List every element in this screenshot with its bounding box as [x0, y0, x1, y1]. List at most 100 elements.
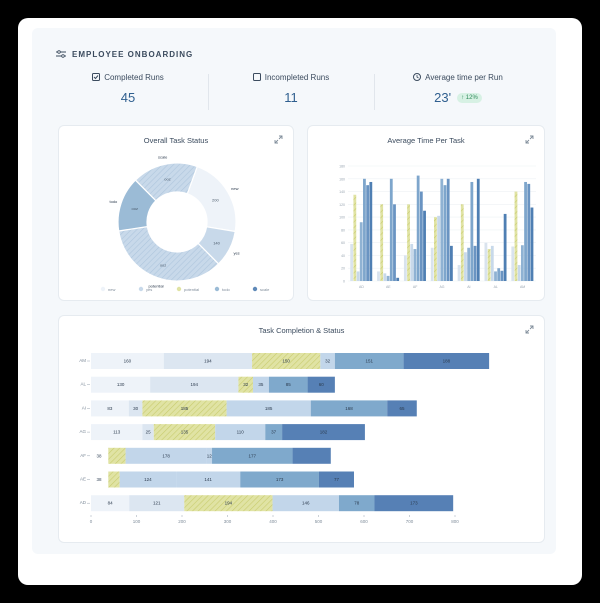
bar-segment-label: 194 — [225, 501, 233, 506]
bar-segment-label: 32 — [325, 359, 331, 364]
x-tick-label: 200 — [178, 519, 186, 524]
bar — [490, 245, 494, 281]
bar — [437, 215, 440, 281]
x-tick-label: AF — [413, 285, 417, 289]
trend-value: 12% — [465, 94, 478, 101]
bar — [517, 265, 521, 281]
bar — [520, 245, 524, 281]
bar — [514, 191, 518, 281]
slice-outer-label: new — [231, 186, 238, 191]
bar-segment — [108, 471, 120, 488]
bar-segment-label: 130 — [117, 382, 125, 387]
bar-segment-label: 185 — [181, 406, 189, 411]
bar — [410, 243, 414, 281]
bar — [524, 181, 527, 281]
stat-label: Completed Runs — [104, 72, 164, 82]
x-tick-label: AG — [439, 285, 444, 289]
bar-segment-label: 78 — [354, 501, 360, 506]
bar — [377, 271, 380, 281]
y-tick-label: 140 — [339, 190, 345, 194]
bar — [450, 245, 453, 281]
slice-label: ooz — [132, 206, 138, 211]
bar — [494, 271, 497, 281]
bar — [359, 222, 363, 281]
bar-segment-label: 160 — [124, 359, 132, 364]
bar — [487, 249, 491, 281]
bar — [383, 273, 387, 281]
checkbox-empty-icon — [252, 73, 261, 81]
checkbox-checked-icon — [92, 73, 101, 81]
bar-segment-label: 168 — [345, 406, 353, 411]
bar-segment-label: 150 — [282, 359, 290, 364]
stat-value: 23' — [434, 90, 452, 105]
y-tick-label: AM — [79, 358, 86, 363]
bar — [446, 178, 450, 281]
slice-outer-label: yes — [233, 251, 239, 256]
bar — [440, 178, 444, 281]
bar — [407, 204, 410, 281]
legend-swatch — [138, 286, 144, 292]
bar-segment-label: 77 — [334, 477, 340, 482]
y-tick-label: 80 — [341, 228, 345, 232]
bar — [369, 181, 373, 281]
clock-icon — [413, 73, 422, 81]
y-tick-label: 60 — [341, 241, 345, 245]
bar — [419, 191, 423, 281]
row-prefix-label: 38 — [96, 453, 102, 458]
bar-segment-label: 121 — [153, 501, 161, 506]
bar-segment-label: 60 — [319, 382, 325, 387]
bar-segment-label: 185 — [265, 406, 273, 411]
bar-segment-label: 173 — [276, 477, 284, 482]
bar-segment — [292, 447, 331, 464]
bar — [396, 277, 400, 281]
slice-label: ooz — [160, 262, 166, 267]
bar-segment-label: 177 — [249, 453, 257, 458]
bar — [434, 217, 437, 281]
x-tick-label: 400 — [269, 519, 277, 524]
stat-label: Incompleted Runs — [264, 72, 330, 82]
bar-segment-label: 146 — [302, 501, 310, 506]
stat-avg-time: Average time per Run 23' ↑ 12% — [378, 70, 538, 116]
bar-segment-label: 141 — [204, 477, 212, 482]
trend-badge: ↑ 12% — [457, 92, 482, 103]
bar — [530, 207, 534, 281]
bar-segment-label: 12 — [207, 453, 213, 458]
legend-swatch — [100, 286, 106, 292]
bar — [527, 183, 531, 281]
x-tick-label: 100 — [133, 519, 141, 524]
page-title: EMPLOYEE ONBOARDING — [72, 49, 194, 59]
bar-segment-label: 85 — [286, 382, 292, 387]
bar-segment-label: 173 — [410, 501, 418, 506]
bar-segment-label: 188 — [443, 359, 451, 364]
dashboard-header: EMPLOYEE ONBOARDING — [56, 48, 193, 60]
bar — [416, 175, 420, 281]
y-tick-label: AL — [80, 382, 86, 387]
y-tick-label: AE — [80, 477, 86, 482]
stat-label: Average time per Run — [425, 72, 503, 82]
bar-segment-label: 182 — [320, 430, 328, 435]
slice-label: 200 — [212, 198, 219, 203]
bar — [350, 243, 354, 281]
bar — [380, 204, 384, 281]
legend-label: potential — [184, 287, 199, 292]
bar — [460, 204, 464, 281]
bar-segment-label: 113 — [113, 430, 121, 435]
stat-value: 45 — [120, 90, 136, 105]
y-tick-label: 180 — [339, 165, 345, 169]
donut-chart: 200 new 140 yes ooz potential ooz todo ooz scale n… — [100, 155, 270, 292]
bar — [366, 185, 370, 281]
bar-segment-label: 110 — [237, 430, 245, 435]
y-tick-label: 20 — [341, 267, 345, 271]
sliders-icon — [56, 50, 66, 58]
legend-label: yes — [146, 287, 152, 292]
bar-segment-label: 124 — [144, 477, 152, 482]
bar — [353, 194, 357, 281]
avg-time-card: Average Time Per Task 0 20 40 60 80 100 120 140… — [307, 125, 545, 301]
bar-segment-label: 178 — [162, 453, 170, 458]
stat-value: 11 — [284, 90, 298, 105]
bar — [356, 271, 360, 281]
bar-segment-label: 30 — [133, 406, 139, 411]
bar — [386, 275, 390, 281]
bar — [476, 178, 480, 281]
x-tick-label: AE — [386, 285, 391, 289]
